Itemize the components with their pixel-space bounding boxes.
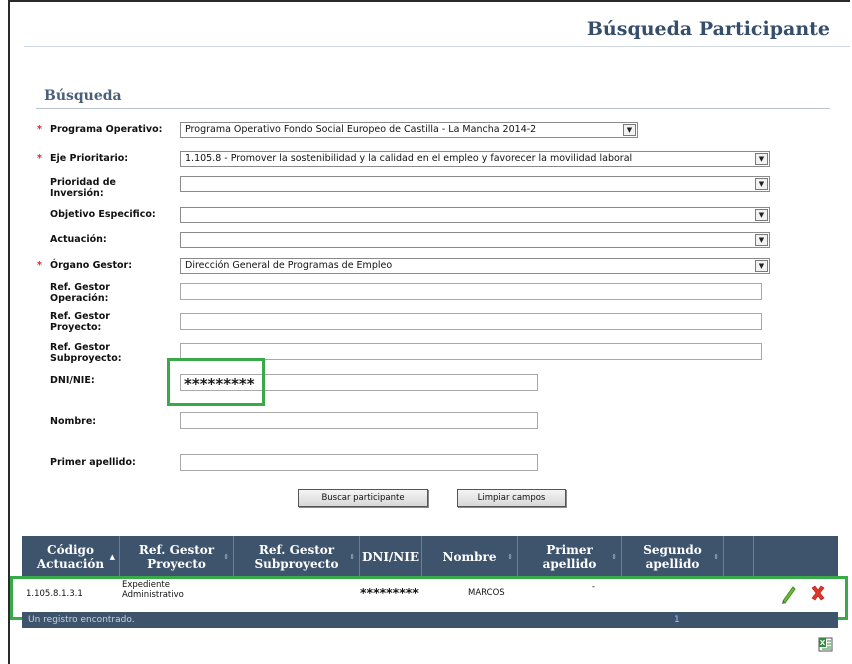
chevron-down-icon: ▼ [755, 153, 768, 165]
ref-subproyecto-label: Ref. Gestor Subproyecto: [50, 342, 122, 364]
column-header-nombre[interactable]: Nombre ⇕ [422, 536, 518, 577]
grid-footer: Un registro encontrado. 1 [22, 612, 838, 628]
sort-icon: ⇕ [713, 552, 719, 561]
eje-select[interactable]: 1.105.8 - Promover la sostenibilidad y l… [180, 151, 770, 167]
title-divider [24, 46, 850, 47]
required-marker: * [37, 124, 42, 135]
sort-icon: ⇕ [611, 552, 617, 561]
dni-label: DNI/NIE: [50, 375, 95, 386]
record-count: Un registro encontrado. [28, 615, 135, 625]
column-header-dni[interactable]: DNI/NIE [360, 536, 422, 577]
objetivo-select[interactable]: ▼ [180, 207, 770, 223]
page-title: Búsqueda Participante [586, 18, 830, 40]
nombre-label: Nombre: [50, 416, 97, 427]
apellido-label: Primer apellido: [50, 457, 136, 468]
chevron-down-icon: ▼ [623, 124, 636, 136]
section-divider [36, 108, 830, 109]
prioridad-label: Prioridad de Inversión: [50, 177, 116, 199]
dni-highlight-box [167, 358, 265, 406]
ref-proyecto-label: Ref. Gestor Proyecto: [50, 311, 110, 333]
column-header-ref-subproyecto[interactable]: Ref. Gestor Subproyecto ⇕ [234, 536, 360, 577]
actuacion-label: Actuación: [50, 234, 107, 245]
organo-select[interactable]: Dirección General de Programas de Empleo… [180, 258, 770, 274]
apellido-input[interactable] [180, 454, 538, 471]
eje-label: * Eje Prioritario: [37, 153, 129, 164]
section-title: Búsqueda [44, 88, 122, 104]
organo-label: * Órgano Gestor: [37, 260, 133, 271]
column-header-codigo[interactable]: Código Actuación ▲ [22, 536, 120, 577]
prioridad-select[interactable]: ▼ [180, 176, 770, 192]
programa-select[interactable]: Programa Operativo Fondo Social Europeo … [180, 122, 638, 138]
column-header-segundo-apellido[interactable]: Segundo apellido ⇕ [622, 536, 724, 577]
column-header-delete [754, 536, 838, 577]
chevron-down-icon: ▼ [755, 234, 768, 246]
sort-icon: ▲ [109, 552, 115, 561]
sort-icon: ⇕ [349, 552, 355, 561]
ref-proyecto-input[interactable] [180, 313, 762, 330]
column-header-ref-proyecto[interactable]: Ref. Gestor Proyecto ⇕ [120, 536, 234, 577]
chevron-down-icon: ▼ [755, 178, 768, 190]
nombre-input[interactable] [180, 412, 538, 429]
objetivo-label: Objetivo Especifico: [50, 209, 156, 220]
page-number[interactable]: 1 [674, 612, 680, 628]
sort-icon: ⇕ [507, 552, 513, 561]
ref-operacion-input[interactable] [180, 283, 762, 300]
ref-subproyecto-input[interactable] [180, 343, 762, 360]
column-header-edit [724, 536, 754, 577]
required-marker: * [37, 260, 42, 271]
programa-label: * Programa Operativo: [37, 124, 163, 135]
actuacion-select[interactable]: ▼ [180, 232, 770, 248]
column-header-primer-apellido[interactable]: Primer apellido ⇕ [518, 536, 622, 577]
chevron-down-icon: ▼ [755, 209, 768, 221]
search-button[interactable]: Buscar participante [298, 489, 428, 507]
results-grid-header: Código Actuación ▲ Ref. Gestor Proyecto … [22, 536, 838, 577]
excel-export-icon[interactable] [818, 637, 833, 652]
sort-icon: ⇕ [223, 552, 229, 561]
chevron-down-icon: ▼ [755, 260, 768, 272]
clear-button[interactable]: Limpiar campos [457, 489, 566, 507]
required-marker: * [37, 153, 42, 164]
ref-operacion-label: Ref. Gestor Operación: [50, 282, 110, 304]
